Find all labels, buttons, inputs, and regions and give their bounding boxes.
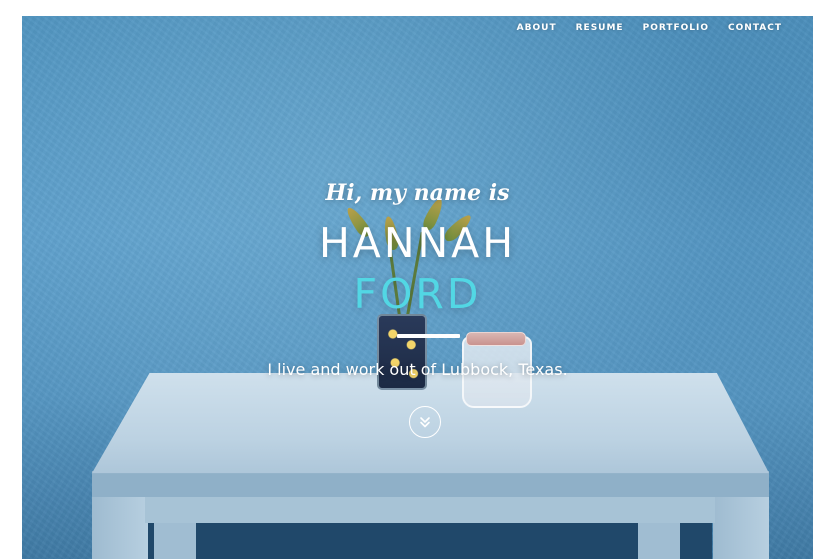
hero-greeting: Hi, my name is (325, 180, 510, 206)
table-edge (92, 471, 769, 497)
nav-item-portfolio[interactable]: PORTFOLIO (643, 23, 709, 33)
table-leg-back-left (154, 521, 196, 559)
scroll-down-button[interactable] (409, 406, 441, 438)
nav-item-resume[interactable]: RESUME (576, 23, 624, 33)
nav-item-contact[interactable]: CONTACT (728, 23, 782, 33)
hero-divider (397, 334, 460, 338)
hero-last-name: FORD (353, 270, 482, 318)
table-leg-back-right (638, 521, 680, 559)
double-chevron-down-icon (420, 417, 430, 428)
nav-item-about[interactable]: ABOUT (517, 23, 557, 33)
glass-jar-lid (466, 332, 526, 346)
hero-section: ABOUT RESUME PORTFOLIO CONTACT Hi, my na… (22, 16, 813, 559)
top-nav: ABOUT RESUME PORTFOLIO CONTACT (517, 23, 782, 33)
hero-tagline: I live and work out of Lubbock, Texas. (267, 360, 568, 379)
hero-first-name: HANNAH (318, 219, 517, 267)
